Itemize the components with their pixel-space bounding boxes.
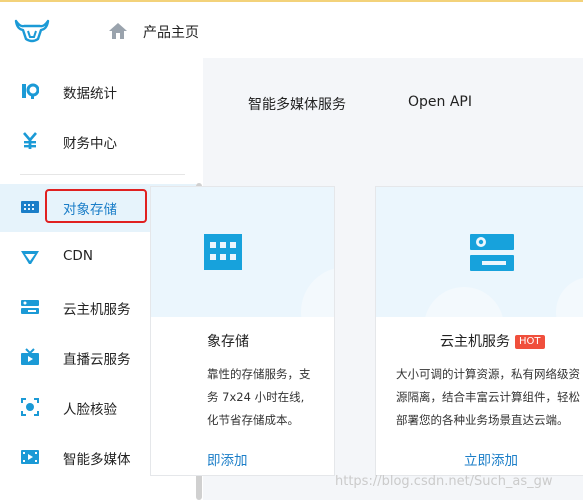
cdn-funnel-icon xyxy=(21,251,39,264)
storage-grid-icon xyxy=(21,201,39,213)
home-icon[interactable] xyxy=(108,22,128,40)
card-title: 象存储 xyxy=(207,334,249,350)
sidebar-item-label: 人脸核验 xyxy=(63,402,117,418)
desc-line: 部署您的各种业务场景直达云端。 xyxy=(396,413,569,427)
sidebar-item-label: 财务中心 xyxy=(63,136,117,152)
desc-line: 化节省存储成本。 xyxy=(207,413,299,427)
sidebar-item-statistics[interactable]: 数据统计 xyxy=(0,68,196,116)
hot-badge: HOT xyxy=(515,335,545,349)
cloud-host-card[interactable]: 云主机服务 HOT 大小可调的计算资源，私有网络级资 源隔离，结合丰富云计算组件，… xyxy=(375,186,583,476)
server-icon xyxy=(470,234,514,271)
sidebar-item-label: 云主机服务 xyxy=(63,302,131,318)
sidebar-item-label: 数据统计 xyxy=(63,86,117,102)
card-description: 靠性的存储服务，支 务 7x24 小时在线, 化节省存储成本。 xyxy=(207,363,311,432)
top-bar: 产品主页 xyxy=(0,0,583,58)
desc-line: 源隔离，结合丰富云计算组件，轻松 xyxy=(396,390,580,404)
card-title: 云主机服务 HOT xyxy=(440,331,545,351)
tab-open-api[interactable]: Open API xyxy=(408,94,472,110)
card-banner xyxy=(151,187,334,317)
card-title-text: 云主机服务 xyxy=(440,334,510,350)
server-icon xyxy=(21,300,39,314)
media-icon xyxy=(21,450,39,464)
face-icon xyxy=(21,398,39,416)
desc-line: 大小可调的计算资源，私有网络级资 xyxy=(396,367,580,381)
yen-icon xyxy=(23,132,37,149)
live-tv-icon xyxy=(21,348,39,365)
service-tabs: 智能多媒体服务 Open API xyxy=(203,58,583,148)
analytics-icon xyxy=(22,83,39,99)
desc-line: 靠性的存储服务，支 xyxy=(207,367,311,381)
watermark: https://blog.csdn.net/Such_as_gw xyxy=(335,474,553,489)
sidebar-divider xyxy=(20,174,185,175)
card-description: 大小可调的计算资源，私有网络级资 源隔离，结合丰富云计算组件，轻松 部署您的各种… xyxy=(396,363,580,432)
sidebar-item-label: 直播云服务 xyxy=(63,352,131,368)
desc-line: 务 7x24 小时在线, xyxy=(207,390,305,404)
tab-smart-media-service[interactable]: 智能多媒体服务 xyxy=(248,94,346,114)
object-storage-card[interactable]: 象存储 靠性的存储服务，支 务 7x24 小时在线, 化节省存储成本。 即添加 xyxy=(150,186,335,476)
bull-logo-icon[interactable] xyxy=(14,18,50,44)
add-now-button[interactable]: 即添加 xyxy=(207,449,248,469)
add-now-button[interactable]: 立即添加 xyxy=(464,449,518,469)
storage-grid-icon xyxy=(204,234,242,270)
highlight-annotation-box xyxy=(45,189,147,223)
page-title: 产品主页 xyxy=(143,25,199,41)
sidebar-item-label: 智能多媒体 xyxy=(63,452,131,468)
sidebar-item-label: CDN xyxy=(63,248,93,264)
sidebar-item-finance[interactable]: 财务中心 xyxy=(0,118,196,166)
